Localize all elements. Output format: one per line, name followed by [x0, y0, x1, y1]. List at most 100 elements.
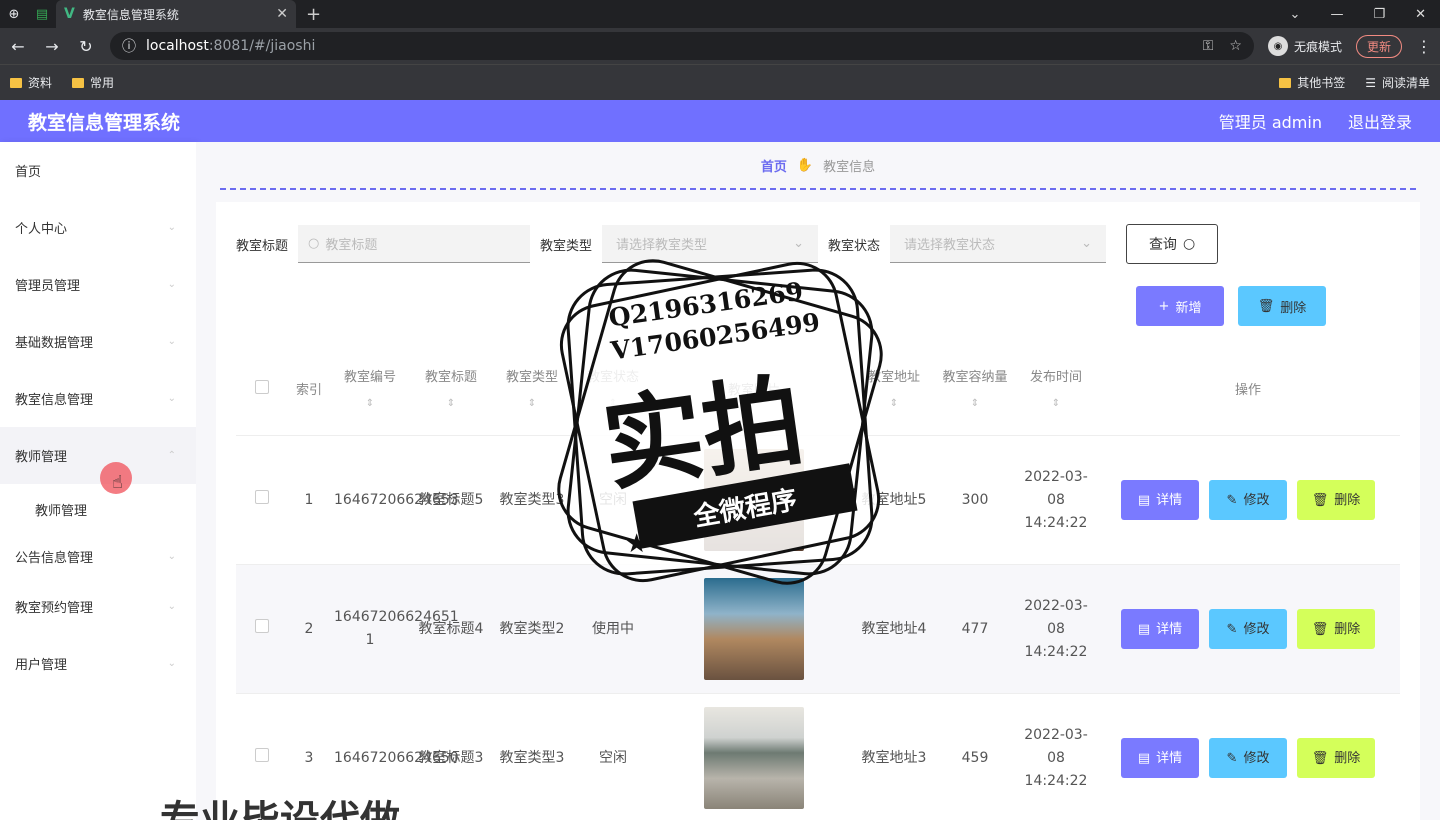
- sidebar-subitem-teachers[interactable]: 教师管理: [0, 484, 196, 534]
- select-all-checkbox[interactable]: [255, 379, 269, 394]
- col-address[interactable]: 教室地址 ⇕: [854, 365, 934, 417]
- reload-icon[interactable]: ↻: [76, 37, 96, 56]
- bookmark-item[interactable]: 常用: [72, 74, 114, 91]
- delete-button[interactable]: 🗑 删除: [1297, 738, 1375, 778]
- delete-button[interactable]: 🗑 删除: [1297, 609, 1375, 649]
- classroom-photo[interactable]: [704, 707, 804, 809]
- document-icon: ▤: [1137, 750, 1151, 766]
- folder-icon: [72, 77, 85, 88]
- sidebar-item-notices[interactable]: 公告信息管理 ⌄: [0, 534, 196, 578]
- edit-button[interactable]: ✎ 修改: [1209, 738, 1287, 778]
- sort-icon[interactable]: ⇕: [572, 391, 654, 417]
- hand-cursor-icon: ☝: [112, 472, 123, 493]
- sidebar-item-classrooms[interactable]: 教室信息管理 ⌄: [0, 370, 196, 427]
- url-input[interactable]: ⓘ localhost:8081/#/jiaoshi ⚿ ☆: [110, 32, 1254, 60]
- row-checkbox[interactable]: [255, 489, 269, 504]
- globe-icon[interactable]: ⊕: [0, 0, 28, 28]
- chevron-down-icon: ⌄: [167, 279, 176, 290]
- user-label: 管理员 admin: [1218, 113, 1322, 132]
- cell-time: 2022-03-08 14:24:22: [1024, 468, 1088, 531]
- type-select[interactable]: 请选择教室类型 ⌄: [602, 225, 819, 263]
- breadcrumb-current: 教室信息: [823, 159, 876, 175]
- minimize-icon[interactable]: —: [1330, 7, 1343, 22]
- sidebar-item-base-data[interactable]: 基础数据管理 ⌄: [0, 313, 196, 370]
- sidebar-item-users[interactable]: 用户管理 ⌄: [0, 635, 196, 692]
- search-row: 教室标题 ○ 教室标题 教室类型 请选择教室类型 ⌄ 教室状态 请选择教室状态 …: [236, 224, 1400, 264]
- cell-status: 使用中: [592, 620, 634, 637]
- app-header: 教室信息管理系统 管理员 admin 退出登录: [0, 100, 1440, 142]
- reading-list[interactable]: ☰ 阅读清单: [1365, 74, 1430, 91]
- sort-icon[interactable]: ⇕: [1016, 391, 1096, 417]
- bookmark-item[interactable]: 资料: [10, 74, 52, 91]
- cell-capacity: 300: [961, 491, 989, 508]
- breadcrumb-home[interactable]: 首页: [761, 156, 787, 175]
- forward-icon[interactable]: →: [42, 37, 62, 56]
- new-tab-icon[interactable]: +: [306, 4, 321, 25]
- sidebar-item-reservations[interactable]: 教室预约管理 ⌄: [0, 578, 196, 635]
- browser-window: ⊕ ▤ V 教室信息管理系统 ✕ + ⌄ — ❐ ✕ ← → ↻ ⓘ local…: [0, 0, 1440, 820]
- trash-icon: 🗑: [1311, 492, 1329, 508]
- sheets-tab-icon[interactable]: ▤: [28, 0, 56, 28]
- classroom-photo[interactable]: [704, 578, 804, 680]
- batch-delete-button[interactable]: 🗑 删除: [1238, 286, 1326, 326]
- sort-icon[interactable]: ⇕: [330, 391, 410, 417]
- tab-active[interactable]: V 教室信息管理系统 ✕: [56, 0, 296, 28]
- col-index: 索引: [295, 382, 322, 398]
- row-checkbox[interactable]: [255, 747, 269, 762]
- classroom-photo[interactable]: [704, 449, 804, 551]
- sort-icon[interactable]: ⇕: [854, 391, 934, 417]
- star-icon[interactable]: ☆: [1229, 38, 1242, 54]
- cell-index: 2: [304, 620, 314, 637]
- vue-logo-icon: V: [64, 6, 75, 22]
- edit-button[interactable]: ✎ 修改: [1209, 609, 1287, 649]
- plus-icon: +: [1158, 298, 1170, 314]
- sort-icon[interactable]: ⇕: [492, 391, 572, 417]
- detail-button[interactable]: ▤ 详情: [1121, 480, 1199, 520]
- edit-button[interactable]: ✎ 修改: [1209, 480, 1287, 520]
- sidebar-item-profile[interactable]: 个人中心 ⌄: [0, 199, 196, 256]
- incognito-indicator[interactable]: ◉ 无痕模式: [1267, 36, 1342, 56]
- sidebar-item-teachers[interactable]: 教师管理 ⌃: [0, 427, 196, 484]
- col-time[interactable]: 发布时间 ⇕: [1016, 365, 1096, 417]
- update-button[interactable]: 更新: [1355, 34, 1402, 58]
- row-checkbox[interactable]: [255, 618, 269, 633]
- add-button[interactable]: + 新增: [1136, 286, 1224, 326]
- cell-type: 教室类型3: [499, 749, 565, 766]
- cell-code: 16467206624650: [334, 749, 459, 766]
- title-search-input[interactable]: ○ 教室标题: [298, 225, 531, 263]
- col-status[interactable]: 教室状态 ⇕: [572, 365, 654, 417]
- more-icon[interactable]: ⋮: [1416, 37, 1432, 56]
- logout-link[interactable]: 退出登录: [1348, 109, 1412, 133]
- bookmark-other[interactable]: 其他书签: [1279, 74, 1345, 91]
- sort-icon[interactable]: ⇕: [410, 391, 492, 417]
- restore-icon[interactable]: ❐: [1373, 7, 1385, 22]
- col-capacity[interactable]: 教室容纳量 ⇕: [934, 365, 1016, 417]
- close-window-icon[interactable]: ✕: [1415, 7, 1426, 22]
- col-type[interactable]: 教室类型 ⇕: [492, 365, 572, 417]
- info-icon[interactable]: ⓘ: [122, 36, 136, 56]
- sidebar-item-admins[interactable]: 管理员管理 ⌄: [0, 256, 196, 313]
- col-title[interactable]: 教室标题 ⇕: [410, 365, 492, 417]
- cell-address: 教室地址3: [861, 749, 927, 766]
- address-bar: ← → ↻ ⓘ localhost:8081/#/jiaoshi ⚿ ☆ ◉ 无…: [0, 28, 1440, 64]
- col-code[interactable]: 教室编号 ⇕: [330, 365, 410, 417]
- sidebar-item-home[interactable]: 首页: [0, 142, 196, 199]
- status-select[interactable]: 请选择教室状态 ⌄: [890, 225, 1107, 263]
- chevron-down-icon: ⌄: [167, 222, 176, 233]
- chevron-down-icon[interactable]: ⌄: [1290, 7, 1301, 22]
- query-button[interactable]: 查询 ○: [1126, 224, 1219, 264]
- cell-capacity: 477: [961, 620, 989, 637]
- table-row: 3 16467206624650 教室标题3 教室类型3 空闲 教室地址3 45…: [236, 694, 1400, 820]
- bookmarks-bar: 资料 常用 其他书签 ☰ 阅读清单: [0, 64, 1440, 100]
- key-icon[interactable]: ⚿: [1203, 38, 1214, 54]
- close-icon[interactable]: ✕: [276, 6, 288, 22]
- cell-index: 3: [304, 749, 314, 766]
- detail-button[interactable]: ▤ 详情: [1121, 738, 1199, 778]
- detail-button[interactable]: ▤ 详情: [1121, 609, 1199, 649]
- sort-icon[interactable]: ⇕: [934, 391, 1016, 417]
- delete-button[interactable]: 🗑 删除: [1297, 480, 1375, 520]
- cell-title: 教室标题3: [418, 749, 484, 766]
- pencil-icon: ✎: [1226, 750, 1238, 766]
- back-icon[interactable]: ←: [8, 37, 28, 56]
- content-panel: 教室标题 ○ 教室标题 教室类型 请选择教室类型 ⌄ 教室状态 请选择教室状态 …: [216, 202, 1420, 820]
